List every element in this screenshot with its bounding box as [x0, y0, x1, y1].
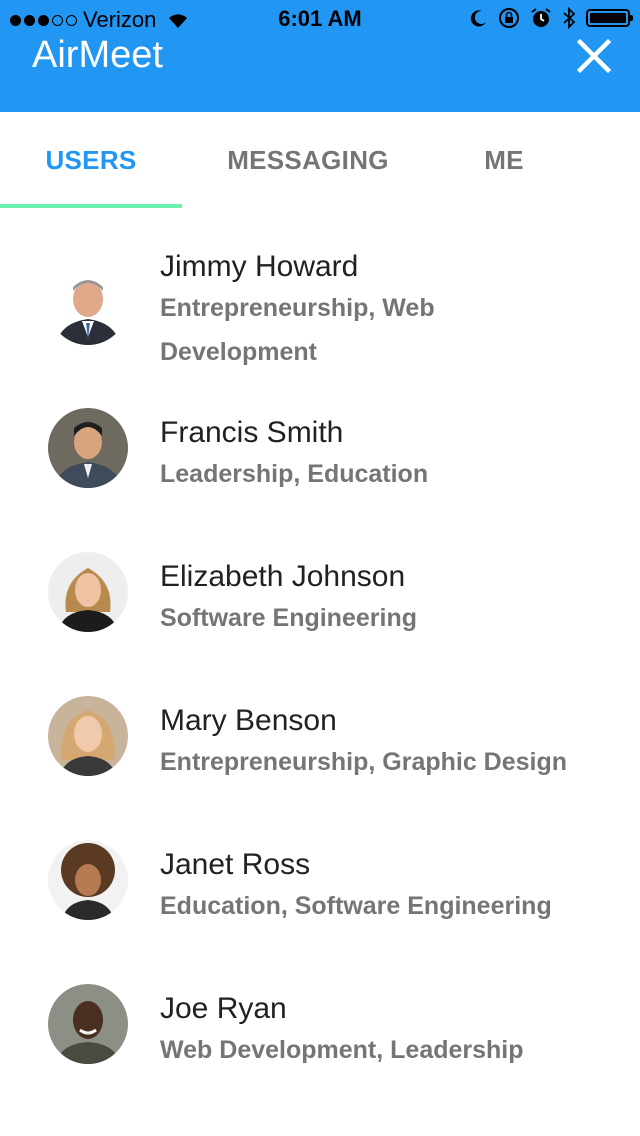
app-header: Verizon 6:01 AM AirMeet	[0, 0, 640, 112]
user-name: Elizabeth Johnson	[160, 560, 406, 593]
user-name: Joe Ryan	[160, 992, 287, 1025]
user-interests: Education, Software Engineering	[160, 892, 552, 920]
avatar	[48, 984, 128, 1064]
status-right	[470, 6, 633, 30]
avatar	[48, 408, 128, 488]
rotation-lock-icon	[499, 8, 519, 28]
avatar	[48, 696, 128, 776]
close-button[interactable]	[574, 36, 614, 76]
user-item[interactable]: Francis Smith Leadership, Education	[0, 374, 640, 518]
user-name: Francis Smith	[160, 416, 344, 449]
user-item[interactable]: Janet Ross Education, Software Engineeri…	[0, 806, 640, 950]
user-interests: Software Engineering	[160, 604, 417, 632]
user-item[interactable]: Mary Benson Entrepreneurship, Graphic De…	[0, 662, 640, 806]
user-interests: Entrepreneurship, Graphic Design	[160, 748, 568, 776]
user-item[interactable]: Joe Ryan Web Development, Leadership	[0, 950, 640, 1094]
user-interests: Leadership, Education	[160, 460, 429, 488]
bluetooth-icon	[563, 6, 576, 30]
user-item[interactable]: Jimmy Howard Entrepreneurship, Web Devel…	[0, 208, 640, 366]
tab-bar: USERS MESSAGING ME	[0, 112, 640, 208]
avatar	[48, 552, 128, 632]
user-name: Mary Benson	[160, 704, 337, 737]
alarm-icon	[531, 8, 551, 27]
avatar	[48, 265, 128, 345]
user-name: Janet Ross	[160, 848, 311, 881]
battery-icon	[586, 9, 633, 27]
user-interests: Web Development, Leadership	[160, 1036, 524, 1064]
user-name: Jimmy Howard	[160, 250, 359, 283]
user-interests: Entrepreneurship, Web Development	[160, 294, 435, 366]
tab-messaging[interactable]: MESSAGING	[182, 112, 434, 208]
user-item[interactable]: Elizabeth Johnson Software Engineering	[0, 518, 640, 662]
avatar	[48, 840, 128, 920]
app-title: AirMeet	[32, 34, 163, 76]
tab-me[interactable]: ME	[434, 112, 574, 208]
moon-icon	[470, 10, 486, 27]
close-icon	[576, 38, 612, 74]
tab-users[interactable]: USERS	[0, 112, 182, 208]
